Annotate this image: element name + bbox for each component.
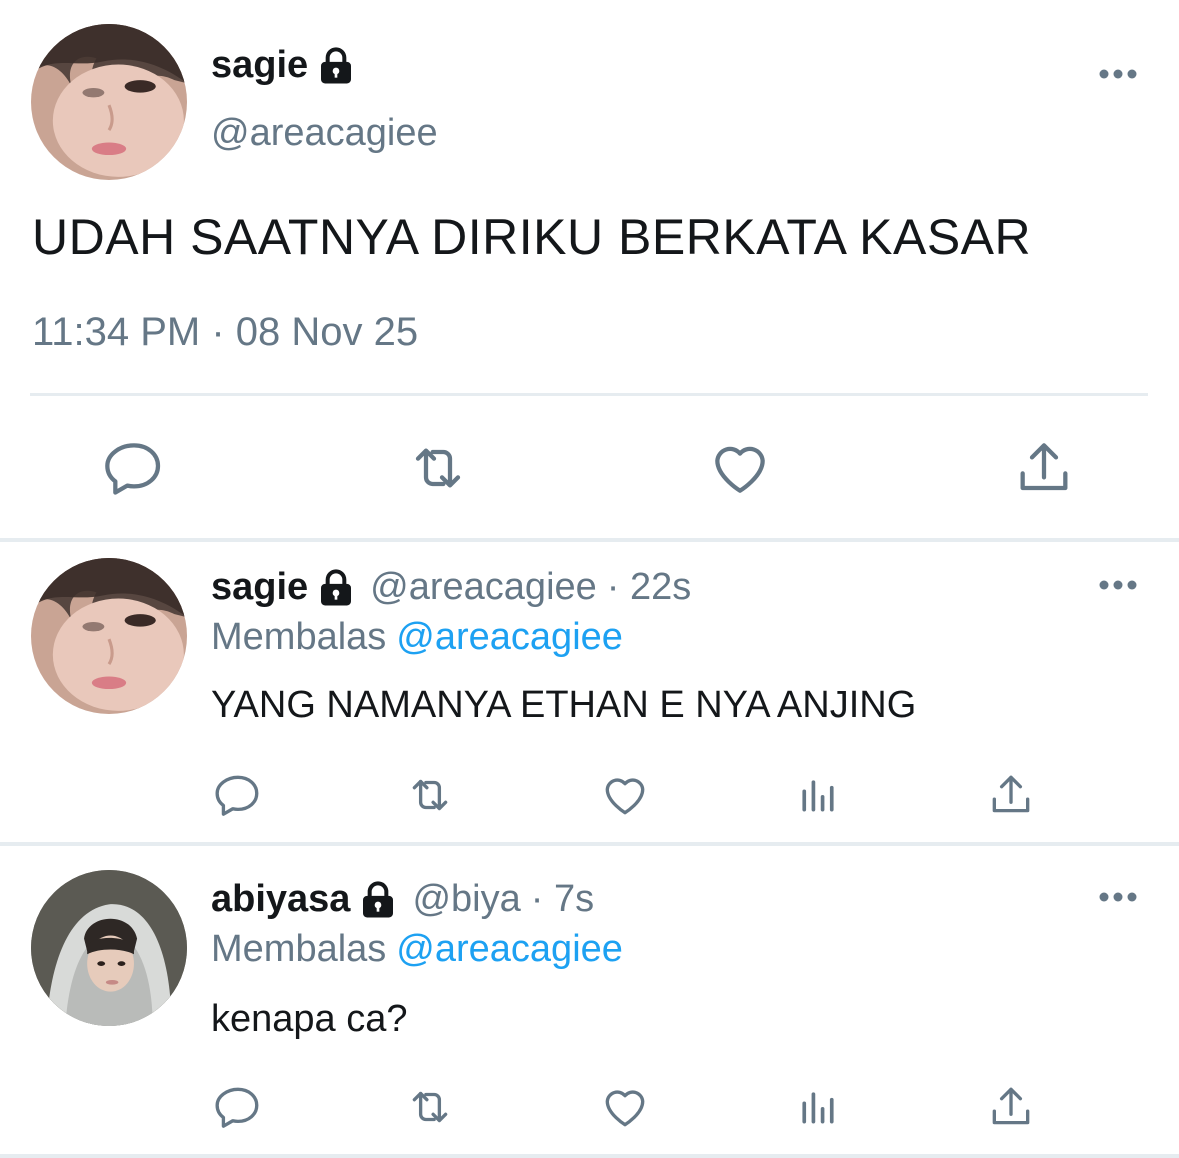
analytics-icon[interactable] [796, 772, 840, 818]
like-icon[interactable] [600, 1082, 650, 1132]
tweet-text: kenapa ca? [211, 998, 408, 1040]
reply-icon[interactable] [213, 770, 263, 820]
share-icon[interactable] [986, 770, 1036, 820]
display-name[interactable]: sagie [211, 566, 308, 609]
analytics-icon[interactable] [796, 1084, 840, 1130]
avatar[interactable] [31, 870, 187, 1026]
display-name[interactable]: abiyasa [211, 878, 350, 921]
more-options-icon[interactable] [1098, 68, 1138, 80]
like-icon[interactable] [600, 770, 650, 820]
author-row: sagie @areacagiee · 22s [211, 566, 691, 609]
avatar[interactable] [31, 24, 187, 180]
replying-label: Membalas [211, 616, 387, 658]
section-divider [0, 842, 1179, 846]
lock-icon [358, 880, 398, 920]
like-icon[interactable] [708, 436, 772, 500]
relative-time[interactable]: · 7s [531, 878, 594, 921]
lock-icon [316, 46, 356, 86]
section-divider [0, 1154, 1179, 1158]
retweet-icon[interactable] [402, 1082, 458, 1132]
mention-link[interactable]: @areacagiee [396, 616, 623, 658]
author-row: abiyasa @biya · 7s [211, 878, 594, 921]
replying-to: Membalas @areacagiee [211, 928, 623, 971]
author-row: sagie [211, 44, 356, 87]
divider [30, 393, 1148, 396]
share-icon[interactable] [986, 1082, 1036, 1132]
replying-to: Membalas @areacagiee [211, 616, 623, 659]
more-options-icon[interactable] [1098, 891, 1138, 903]
mention-link[interactable]: @areacagiee [396, 928, 623, 970]
display-name[interactable]: sagie [211, 44, 308, 87]
replying-label: Membalas [211, 928, 387, 970]
more-options-icon[interactable] [1098, 579, 1138, 591]
share-icon[interactable] [1012, 436, 1076, 500]
section-divider [0, 538, 1179, 542]
retweet-icon[interactable] [404, 436, 472, 500]
relative-time[interactable]: · 22s [607, 566, 691, 609]
user-handle[interactable]: @areacagiee [370, 566, 597, 609]
reply-icon[interactable] [102, 436, 166, 500]
retweet-icon[interactable] [402, 770, 458, 820]
tweet-timestamp[interactable]: 11:34 PM · 08 Nov 25 [32, 310, 418, 355]
lock-icon [316, 568, 356, 608]
avatar[interactable] [31, 558, 187, 714]
tweet-text: YANG NAMANYA ETHAN E NYA ANJING [211, 684, 917, 726]
tweet-text: UDAH SAATNYA DIRIKU BERKATA KASAR [32, 209, 1032, 265]
reply-icon[interactable] [213, 1082, 263, 1132]
user-handle[interactable]: @biya [412, 878, 520, 921]
user-handle[interactable]: @areacagiee [211, 112, 438, 155]
